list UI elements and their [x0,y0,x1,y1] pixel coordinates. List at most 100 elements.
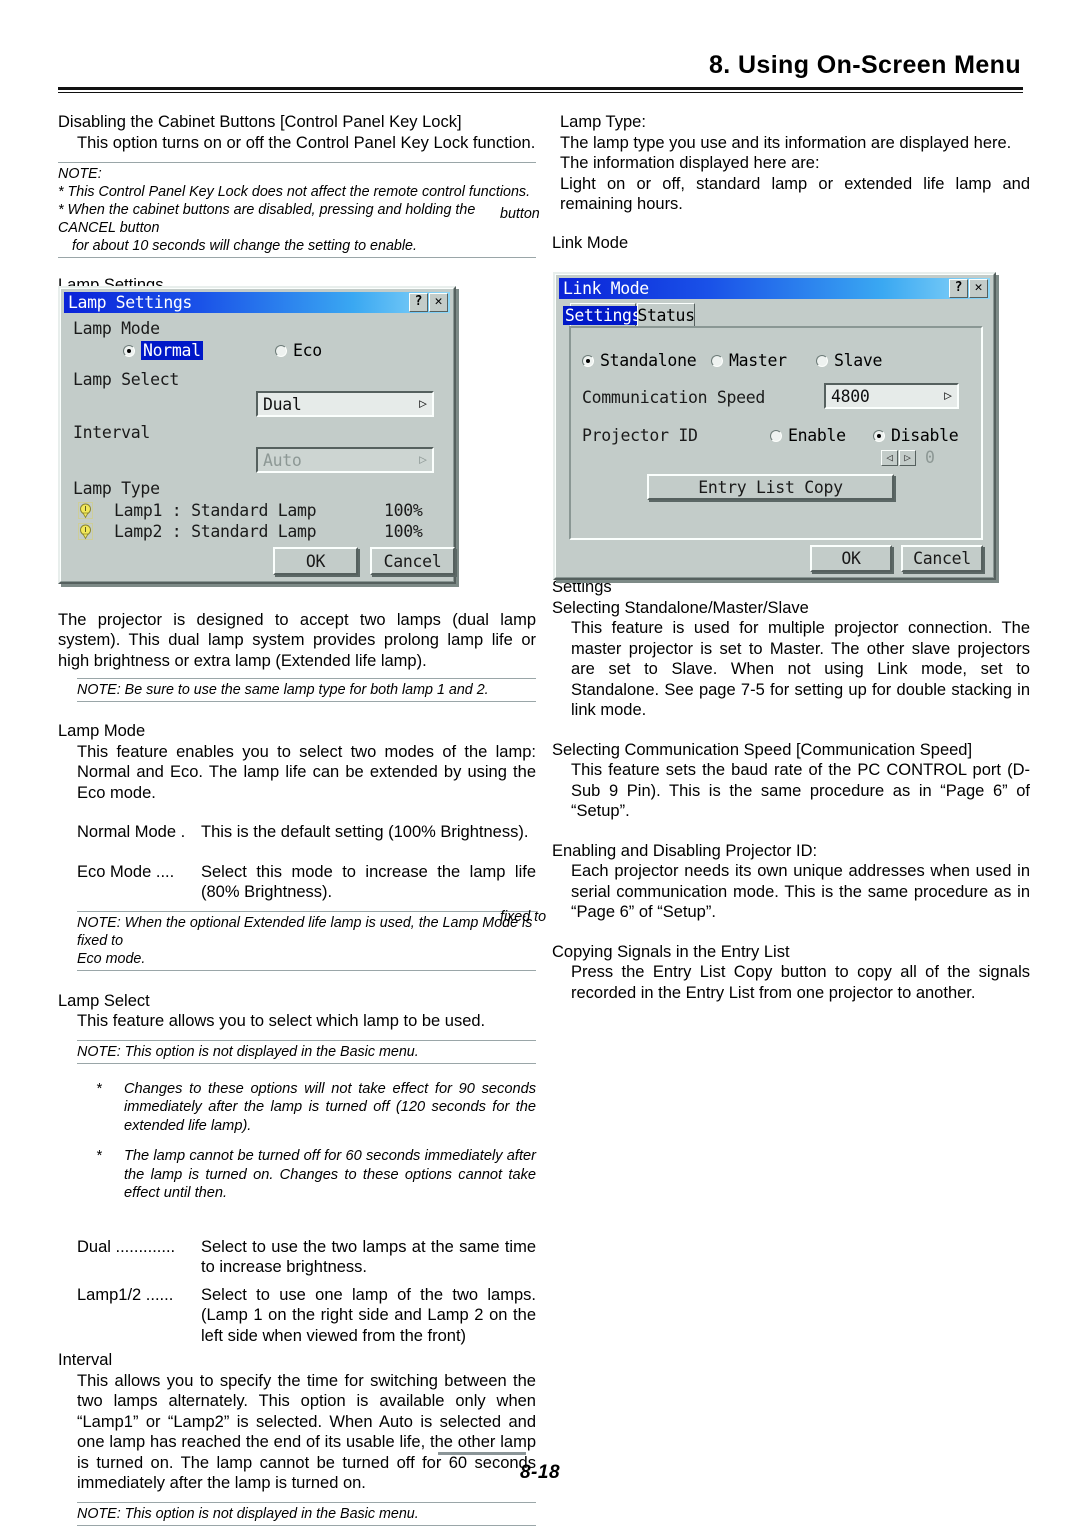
radio-master[interactable]: Master [711,351,787,370]
radio-dot-master [711,354,723,367]
chevron-right-icon[interactable]: ▷ [419,398,427,411]
lamp-settings-titlebar: Lamp Settings ? ✕ [64,292,450,313]
definition-normal-mode: Normal Mode . This is the default settin… [77,822,536,843]
close-icon[interactable]: ✕ [969,279,988,298]
radio-dot-normal [123,344,135,357]
label-lamp-mode: Lamp Mode [73,319,160,338]
lamp-settings-title: Lamp Settings [68,293,192,312]
link-mode-dialog[interactable]: Link Mode ? ✕ Settings Status Standalone [553,272,996,580]
lamp-settings-cancel-button[interactable]: Cancel [370,547,455,575]
help-icon[interactable]: ? [949,279,968,298]
heading-lamp-mode: Lamp Mode [58,722,146,740]
definition-lamp12: Lamp1/2 ...... Select to use one lamp of… [77,1285,536,1347]
radio-label-master: Master [729,351,787,370]
star-bullet-item: * Changes to these options will not take… [96,1080,536,1136]
radio-label-standalone: Standalone [600,351,697,370]
lamp-settings-dialog[interactable]: Lamp Settings ? ✕ Lamp Mode Normal Eco L… [58,286,456,584]
radio-dot-disable [873,429,885,442]
footer-divider [438,1452,526,1455]
link-mode-title: Link Mode [563,279,649,298]
note-line-2: * When the cabinet buttons are disabled,… [58,202,476,236]
lamp-type-line-2: The information displayed here are: [560,154,820,172]
note-same-lamp-type: NOTE: Be sure to use the same lamp type … [77,678,536,702]
body-lamp-mode: This feature enables you to select two m… [77,742,536,802]
chapter-title: 8. Using On-Screen Menu [708,51,1021,79]
combo-interval[interactable]: Auto ▷ [256,447,434,473]
desc-eco-mode: Select this mode to increase the lamp li… [201,862,536,902]
note-line-3: for about 10 seconds will change the set… [72,238,417,254]
star-marker: * [96,1080,102,1097]
body-selecting-standalone: This feature is used for multiple projec… [571,619,1030,719]
tab-settings-label: Settings [562,306,644,325]
radio-dot-slave [816,354,828,367]
heading-projector-id: Enabling and Disabling Projector ID: [552,841,818,860]
radio-projector-id-disable[interactable]: Disable [873,426,959,445]
label-lamp-select: Lamp Select [73,370,179,389]
lamp-settings-ok-button[interactable]: OK [273,547,358,575]
radio-projector-id-enable[interactable]: Enable [770,426,846,445]
radio-slave[interactable]: Slave [816,351,882,370]
combo-value-lamp-select: Dual [263,394,302,414]
lamp-bulb-icon [78,502,93,519]
lamp-type-line-1: The lamp type you use and its informatio… [560,133,1012,152]
spinner-decrement-button[interactable]: ◁ [881,450,898,466]
help-icon[interactable]: ? [409,293,428,312]
note-text: NOTE: This option is not displayed in th… [77,1043,419,1060]
link-mode-cancel-button[interactable]: Cancel [901,545,983,572]
heading-communication-speed: Selecting Communication Speed [Communica… [552,740,973,759]
term-eco-mode: Eco Mode .... [77,862,175,881]
heading-lamp-type: Lamp Type: [560,113,646,131]
link-mode-titlebar: Link Mode ? ✕ [559,278,990,299]
lamp1-value: 100% [384,501,423,520]
combo-value-communication-speed: 4800 [831,386,870,406]
radio-lamp-mode-eco[interactable]: Eco [275,341,322,360]
body-projector-id: Each projector needs its own unique addr… [571,862,1030,921]
note-title: NOTE: [58,166,102,182]
lamp-bulb-icon [78,523,93,540]
heading-entry-list-copy: Copying Signals in the Entry List [552,942,790,961]
radio-lamp-mode-normal[interactable]: Normal [123,341,203,360]
tab-status[interactable]: Status [637,303,695,327]
tab-settings[interactable]: Settings [562,303,644,327]
note-line-2: Eco mode. [77,950,146,967]
term-normal-mode: Normal Mode . [77,823,186,841]
lamp2-value: 100% [384,522,423,541]
label-interval: Interval [73,423,151,442]
definition-eco-mode: Eco Mode .... Select this mode to increa… [77,862,536,903]
radio-label-disable: Disable [891,426,959,445]
radio-dot-enable [770,429,782,442]
combo-lamp-select[interactable]: Dual ▷ [256,391,434,417]
overlap-text-fixed-to: fixed to [500,909,547,925]
combo-value-interval: Auto [263,450,302,470]
close-icon[interactable]: ✕ [429,293,448,312]
chevron-right-icon[interactable]: ▷ [944,390,952,403]
header-divider [58,86,1023,93]
dialog-bevel: Lamp Settings ? ✕ Lamp Mode Normal Eco L… [60,288,455,582]
definition-dual: Dual ............. Select to use the two… [77,1237,536,1278]
page-number: 8-18 [519,1462,561,1483]
chevron-right-icon[interactable]: ▷ [419,454,427,467]
desc-normal-mode: This is the default setting (100% Bright… [201,823,529,841]
body-lamp-select: This feature allows you to select which … [77,1012,486,1030]
spinner-increment-button[interactable]: ▷ [899,450,916,466]
combo-communication-speed[interactable]: 4800 ▷ [824,383,959,409]
heading-lamp-select: Lamp Select [58,991,150,1010]
lamp-type-line-3: Light on or off, standard lamp or extend… [560,174,1030,214]
entry-list-copy-button[interactable]: Entry List Copy [647,474,894,500]
titlebar-buttons: ? ✕ [409,293,448,312]
note-line-1: * This Control Panel Key Lock does not a… [58,184,531,200]
link-mode-ok-button[interactable]: OK [810,545,892,572]
dialog-bevel: Link Mode ? ✕ Settings Status Standalone [555,274,994,578]
radio-standalone[interactable]: Standalone [582,351,697,370]
titlebar-buttons: ? ✕ [949,279,988,298]
document-page: 8. Using On-Screen Menu Disabling the Ca… [0,0,1080,1526]
radio-label-eco: Eco [293,341,322,360]
overlap-text-button: button [500,206,540,222]
radio-dot-eco [275,344,287,357]
section-heading-control-panel-key-lock: Disabling the Cabinet Buttons [Control P… [58,113,462,131]
heading-link-mode: Link Mode [552,233,629,252]
heading-settings: Settings [552,578,612,596]
lamp2-label: Lamp2 : Standard Lamp [114,522,317,541]
term-lamp12: Lamp1/2 ...... [77,1285,174,1304]
note-extended-life-lamp: NOTE: When the optional Extended life la… [77,910,536,971]
